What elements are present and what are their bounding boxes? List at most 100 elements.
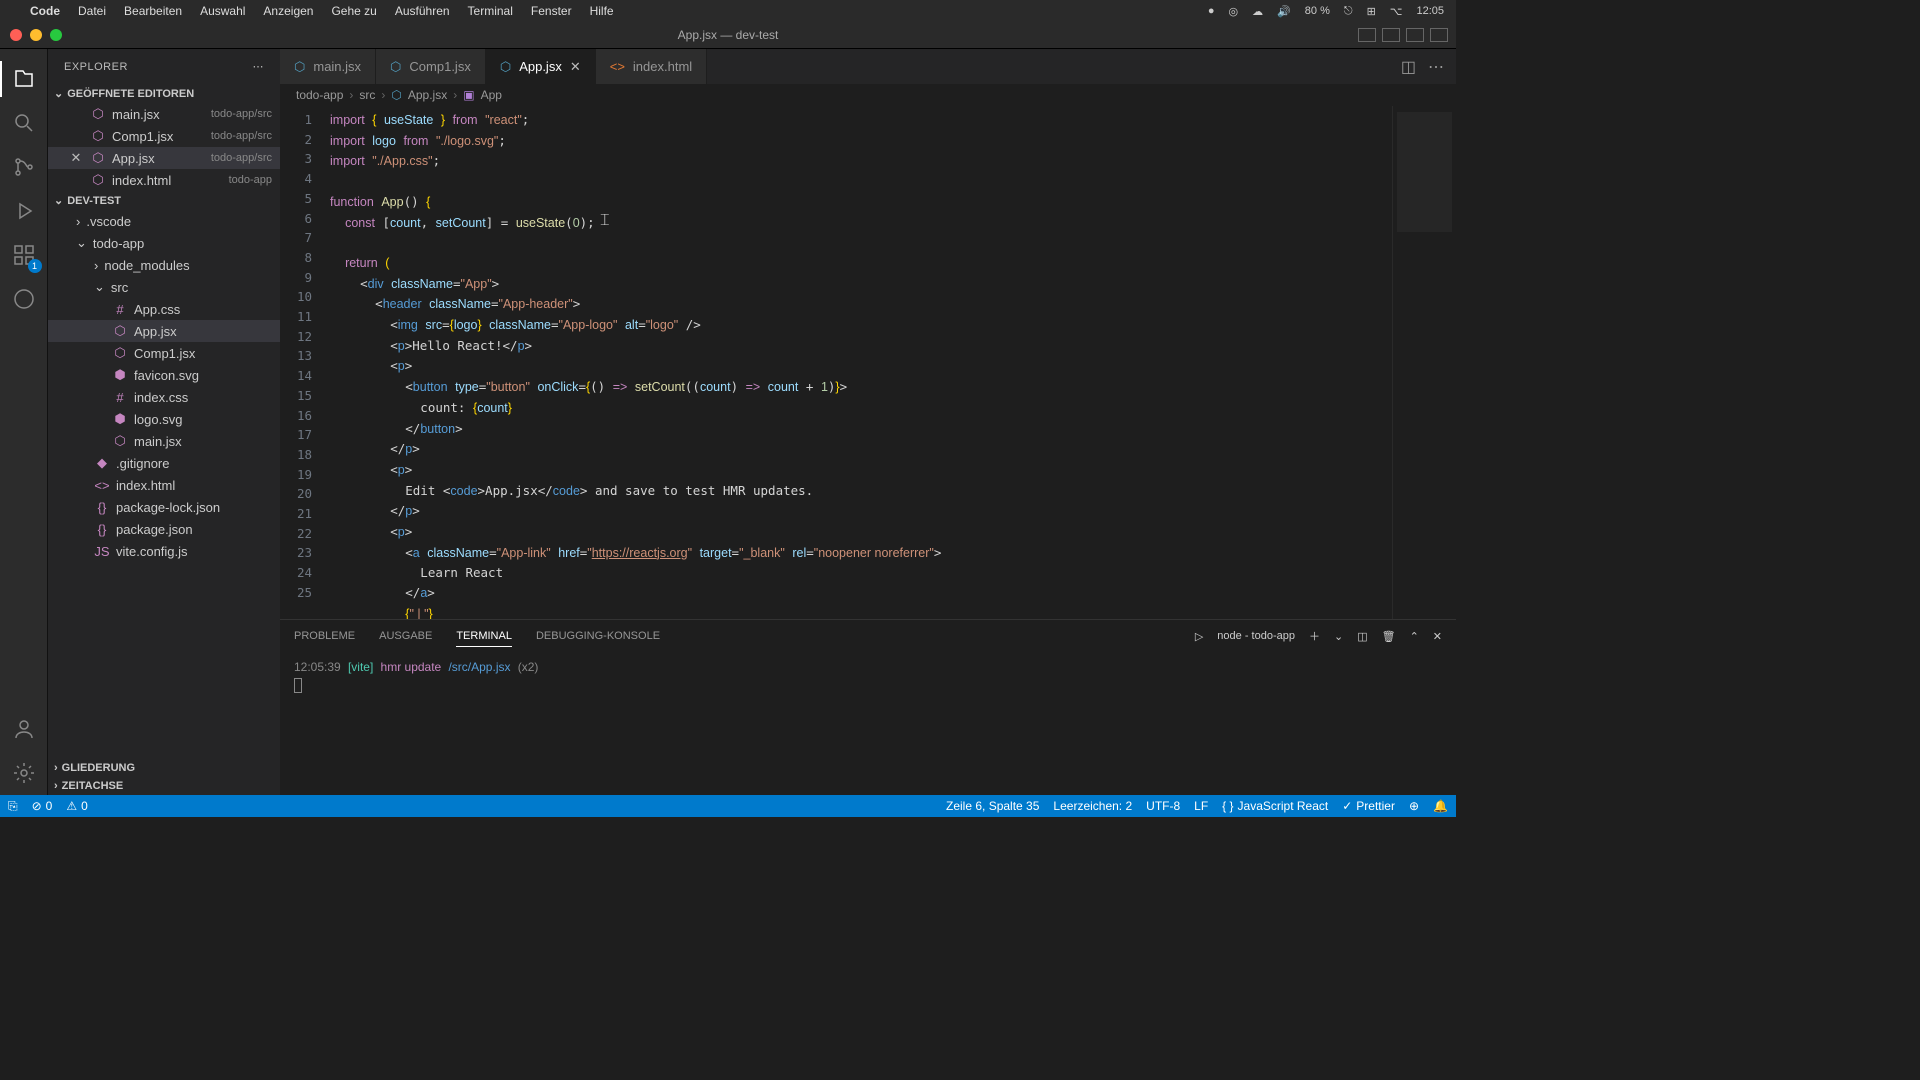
explorer-activity-icon[interactable] bbox=[0, 57, 48, 101]
clock[interactable]: 12:05 bbox=[1416, 5, 1444, 17]
file-item[interactable]: ⬢logo.svg bbox=[48, 408, 280, 430]
breadcrumb-3[interactable]: App bbox=[481, 88, 502, 102]
maximize-window-button[interactable] bbox=[50, 29, 62, 41]
layout-right-icon[interactable] bbox=[1406, 28, 1424, 42]
terminal-profile-icon[interactable]: ▷ bbox=[1195, 630, 1203, 643]
terminal-name[interactable]: node - todo-app bbox=[1217, 630, 1295, 642]
menu-window[interactable]: Fenster bbox=[531, 4, 572, 18]
new-terminal-icon[interactable]: ＋ bbox=[1309, 628, 1320, 644]
file-item[interactable]: ⬡App.jsx bbox=[48, 320, 280, 342]
folder-item[interactable]: ›node_modules bbox=[48, 254, 280, 276]
volume-icon[interactable]: 🔊 bbox=[1277, 5, 1291, 18]
file-item[interactable]: {}package-lock.json bbox=[48, 496, 280, 518]
terminal-dropdown-icon[interactable]: ⌄ bbox=[1334, 630, 1343, 643]
record-icon[interactable]: ● bbox=[1208, 5, 1215, 17]
menu-terminal[interactable]: Terminal bbox=[468, 4, 513, 18]
panel-tab-terminal[interactable]: TERMINAL bbox=[456, 626, 512, 647]
settings-gear-icon[interactable] bbox=[0, 751, 48, 795]
timeline-section[interactable]: › ZEITACHSE bbox=[48, 777, 280, 795]
control-center-icon[interactable]: ⌥ bbox=[1390, 5, 1403, 18]
code-area[interactable]: import { useState } from "react"; import… bbox=[330, 106, 1392, 619]
chevron-down-icon: ⌄ bbox=[54, 87, 63, 100]
maximize-panel-icon[interactable]: ⌃ bbox=[1410, 630, 1419, 643]
encoding[interactable]: UTF-8 bbox=[1146, 799, 1180, 813]
file-item[interactable]: #App.css bbox=[48, 298, 280, 320]
breadcrumb[interactable]: todo-app› src› ⬡ App.jsx› ▣ App bbox=[280, 84, 1456, 106]
layout-left-icon[interactable] bbox=[1358, 28, 1376, 42]
eol[interactable]: LF bbox=[1194, 799, 1208, 813]
search-activity-icon[interactable] bbox=[0, 101, 48, 145]
open-editor-item[interactable]: ⬡Comp1.jsxtodo-app/src bbox=[48, 125, 280, 147]
folder-item[interactable]: ⌄src bbox=[48, 276, 280, 298]
file-item[interactable]: JSvite.config.js bbox=[48, 540, 280, 562]
menu-selection[interactable]: Auswahl bbox=[200, 4, 245, 18]
account-icon[interactable] bbox=[0, 707, 48, 751]
language-mode[interactable]: { } JavaScript React bbox=[1222, 799, 1328, 813]
panel-tab-problems[interactable]: PROBLEME bbox=[294, 626, 355, 646]
split-editor-icon[interactable]: ◫ bbox=[1401, 57, 1416, 77]
breadcrumb-0[interactable]: todo-app bbox=[296, 88, 343, 102]
feedback-icon[interactable]: ⊕ bbox=[1409, 799, 1419, 813]
menu-run[interactable]: Ausführen bbox=[395, 4, 450, 18]
file-item[interactable]: ⬡Comp1.jsx bbox=[48, 342, 280, 364]
cursor-position[interactable]: Zeile 6, Spalte 35 bbox=[946, 799, 1039, 813]
wifi-icon[interactable]: ⎋ bbox=[1344, 5, 1353, 18]
remote-activity-icon[interactable] bbox=[0, 277, 48, 321]
open-editor-item[interactable]: ⬡main.jsxtodo-app/src bbox=[48, 103, 280, 125]
prettier-status[interactable]: ✓ Prettier bbox=[1342, 799, 1395, 813]
app-name[interactable]: Code bbox=[30, 4, 60, 18]
folder-section[interactable]: ⌄ DEV-TEST bbox=[48, 191, 280, 210]
breadcrumb-1[interactable]: src bbox=[359, 88, 375, 102]
outline-section[interactable]: › GLIEDERUNG bbox=[48, 759, 280, 777]
date-icon[interactable]: ⊞ bbox=[1367, 5, 1376, 18]
layout-customize-icon[interactable] bbox=[1430, 28, 1448, 42]
menu-go[interactable]: Gehe zu bbox=[331, 4, 376, 18]
panel-tab-debug[interactable]: DEBUGGING-KONSOLE bbox=[536, 626, 660, 646]
file-item[interactable]: ◆.gitignore bbox=[48, 452, 280, 474]
extensions-activity-icon[interactable]: 1 bbox=[0, 233, 48, 277]
terminal-output[interactable]: 12:05:39 [vite] hmr update /src/App.jsx … bbox=[280, 652, 1456, 795]
status-warnings[interactable]: ⚠ 0 bbox=[66, 799, 87, 813]
indentation[interactable]: Leerzeichen: 2 bbox=[1053, 799, 1132, 813]
editor-tab[interactable]: ⬡Comp1.jsx bbox=[376, 49, 486, 84]
tray-icon[interactable]: ◎ bbox=[1228, 5, 1238, 18]
notifications-icon[interactable]: 🔔 bbox=[1433, 799, 1448, 813]
remote-indicator[interactable]: ⎘ bbox=[8, 799, 18, 814]
folder-item[interactable]: ›.vscode bbox=[48, 210, 280, 232]
debug-activity-icon[interactable] bbox=[0, 189, 48, 233]
close-window-button[interactable] bbox=[10, 29, 22, 41]
breadcrumb-2[interactable]: App.jsx bbox=[408, 88, 447, 102]
file-item[interactable]: #index.css bbox=[48, 386, 280, 408]
editor[interactable]: 1234567891011121314151617181920212223242… bbox=[280, 106, 1456, 619]
close-tab-icon[interactable]: ✕ bbox=[570, 59, 581, 75]
outline-label: GLIEDERUNG bbox=[62, 762, 135, 774]
file-item[interactable]: ⬡main.jsx bbox=[48, 430, 280, 452]
minimize-window-button[interactable] bbox=[30, 29, 42, 41]
file-item[interactable]: ⬢favicon.svg bbox=[48, 364, 280, 386]
folder-item[interactable]: ⌄todo-app bbox=[48, 232, 280, 254]
menu-edit[interactable]: Bearbeiten bbox=[124, 4, 182, 18]
close-panel-icon[interactable]: ✕ bbox=[1433, 630, 1442, 643]
open-editors-section[interactable]: ⌄ GEÖFFNETE EDITOREN bbox=[48, 84, 280, 103]
status-errors[interactable]: ⊘ 0 bbox=[32, 799, 53, 813]
editor-tab[interactable]: ⬡App.jsx✕ bbox=[486, 49, 596, 84]
file-item[interactable]: <>index.html bbox=[48, 474, 280, 496]
menu-file[interactable]: Datei bbox=[78, 4, 106, 18]
layout-bottom-icon[interactable] bbox=[1382, 28, 1400, 42]
explorer-more-icon[interactable]: ⋯ bbox=[253, 60, 265, 73]
editor-tab[interactable]: ⬡main.jsx bbox=[280, 49, 376, 84]
open-editor-item[interactable]: ✕⬡App.jsxtodo-app/src bbox=[48, 147, 280, 169]
scm-activity-icon[interactable] bbox=[0, 145, 48, 189]
menu-view[interactable]: Anzeigen bbox=[263, 4, 313, 18]
panel-tab-output[interactable]: AUSGABE bbox=[379, 626, 432, 646]
split-terminal-icon[interactable]: ◫ bbox=[1357, 630, 1367, 643]
close-icon[interactable]: ✕ bbox=[68, 150, 84, 166]
open-editor-item[interactable]: ⬡index.htmltodo-app bbox=[48, 169, 280, 191]
file-item[interactable]: {}package.json bbox=[48, 518, 280, 540]
minimap[interactable] bbox=[1392, 106, 1456, 619]
cloud-icon[interactable]: ☁︎ bbox=[1252, 5, 1263, 18]
menu-help[interactable]: Hilfe bbox=[590, 4, 614, 18]
more-actions-icon[interactable]: ⋯ bbox=[1428, 57, 1444, 77]
kill-terminal-icon[interactable]: 🗑 bbox=[1382, 630, 1396, 643]
editor-tab[interactable]: <>index.html bbox=[596, 49, 707, 84]
